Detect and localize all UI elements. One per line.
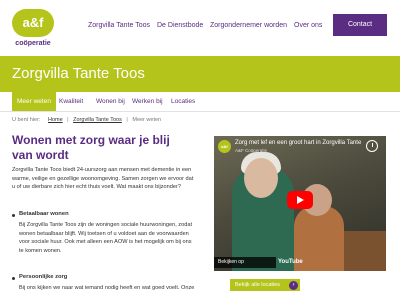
youtube-logo[interactable]: YouTube [278,257,303,268]
tab-meer-weten[interactable]: Meer weten [12,92,56,111]
list-item-title: Betaalbaar wonen [19,211,69,217]
site-header: a&f coöperatie Zorgvilla Tante Toos De D… [0,0,400,56]
list-item-title: Persoonlijke zorg [19,274,68,280]
nav-item-zorgondernemer[interactable]: Zorgondernemer worden [210,22,287,29]
breadcrumb-separator: | [67,117,69,123]
page-heading: Wonen met zorg waar je blij van wordt [12,133,170,162]
nav-item-zorgvilla[interactable]: Zorgvilla Tante Toos [88,22,150,29]
af-logo[interactable]: a&f coöperatie [12,9,54,49]
video-embed[interactable]: a&f Zorg met lef en een groot hart in Zo… [214,136,386,271]
channel-avatar[interactable]: a&f [218,140,231,153]
nav-item-over-ons[interactable]: Over ons [294,22,322,29]
video-channel: A&F Coöperatie [235,148,268,153]
tab-wonen-bij[interactable]: Wonen bij [96,92,125,111]
breadcrumb-prefix: U bent hier: [12,117,41,123]
tab-kwaliteit[interactable]: Kwaliteit [59,92,83,111]
breadcrumb-home[interactable]: Home [48,117,63,123]
list-item-text: Bij Zorgvilla Tante Toos zijn de woninge… [19,222,192,254]
sub-nav: Meer weten Kwaliteit Wonen bij Werken bi… [0,92,400,112]
breadcrumb-current: Meer weten [132,117,162,123]
bullet-dot [12,277,15,280]
thumbnail-face [244,158,278,198]
intro-paragraph: Zorgvilla Tante Toos biedt 24-uurszorg a… [12,167,194,191]
hero-title: Zorgvilla Tante Toos [12,65,145,82]
contact-button[interactable]: Contact [333,14,387,36]
breadcrumb-separator: | [126,117,128,123]
bullet-dot [12,214,15,217]
tab-locaties[interactable]: Locaties [171,92,195,111]
watch-later-icon[interactable] [366,140,378,152]
hero-banner: Zorgvilla Tante Toos [0,56,400,92]
breadcrumb: U bent hier: Home | Zorgvilla Tante Toos… [12,117,161,123]
play-button-icon[interactable] [287,191,313,209]
logo-mark: a&f [12,9,54,37]
list-item-text: Bij ons kijken we naar wat iemand nodig … [19,285,195,291]
video-title[interactable]: Zorg met lef en een groot hart in Zorgvi… [235,140,361,146]
logo-subtitle: coöperatie [15,40,51,47]
tab-werken-bij[interactable]: Werken bij [132,92,163,111]
arrow-right-icon[interactable]: › [289,281,298,290]
watch-on-label[interactable]: Bekijken op [214,257,276,268]
nav-item-dienstbode[interactable]: De Dienstbode [157,22,203,29]
breadcrumb-parent[interactable]: Zorgvilla Tante Toos [73,117,122,123]
